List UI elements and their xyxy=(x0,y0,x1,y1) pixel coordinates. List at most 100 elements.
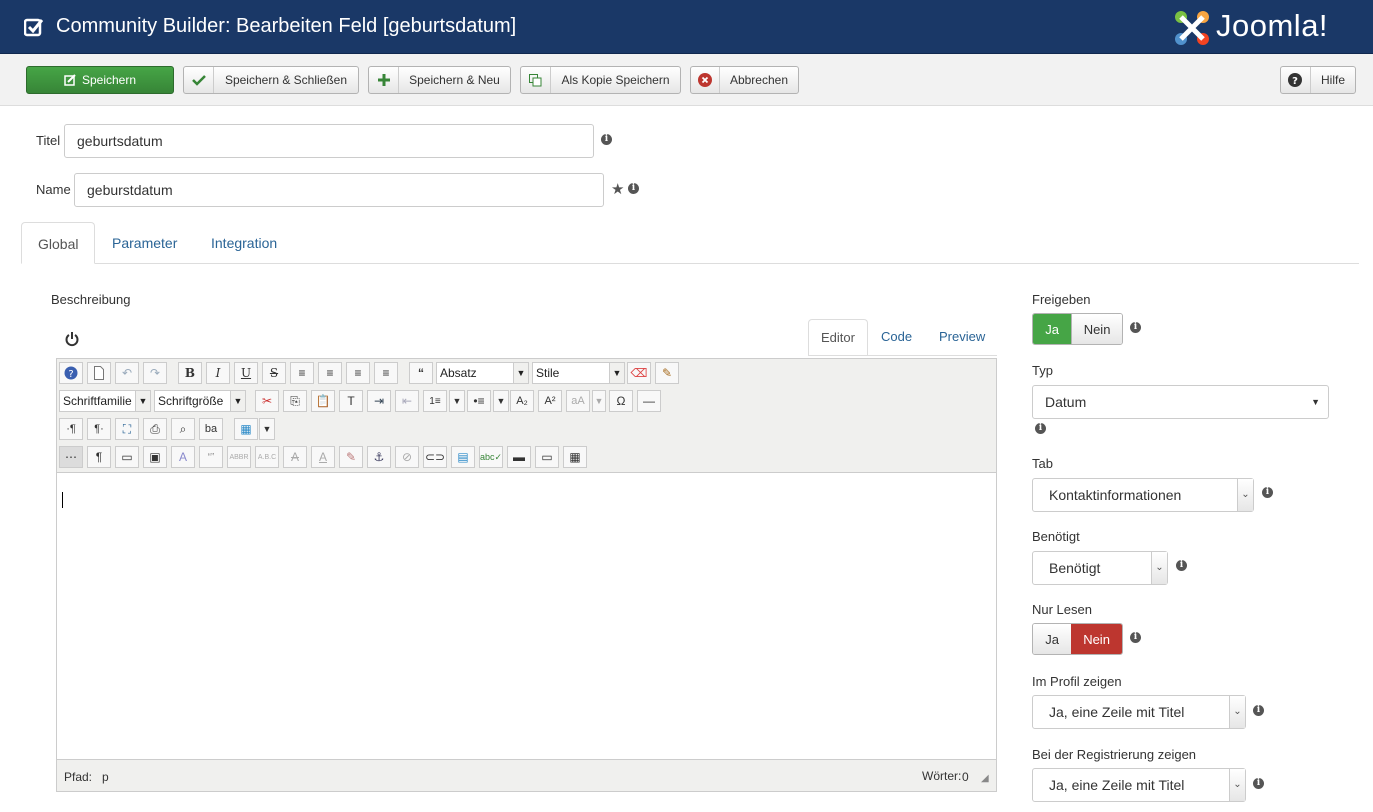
readonly-toggle[interactable]: Ja Nein xyxy=(1032,623,1123,655)
info-icon[interactable]: i xyxy=(1262,487,1273,498)
info-icon[interactable]: i xyxy=(601,134,612,145)
save-button[interactable]: Speichern xyxy=(26,66,174,94)
font-family-select[interactable]: Schriftfamilie ▼ xyxy=(59,390,151,412)
chevron-down-icon[interactable]: ▼ xyxy=(259,418,275,440)
chevron-down-icon[interactable]: ▼ xyxy=(592,390,606,412)
template-list-icon[interactable]: ▦ xyxy=(563,446,587,468)
outdent-icon[interactable]: ⇤ xyxy=(395,390,419,412)
required-select[interactable]: Benötigt ⌄ xyxy=(1032,551,1168,585)
tab-select[interactable]: Kontaktinformationen ⌄ xyxy=(1032,478,1254,512)
tab-parameter[interactable]: Parameter xyxy=(96,222,193,264)
subscript-icon[interactable]: A₂ xyxy=(510,390,534,412)
styles-icon[interactable]: A xyxy=(171,446,195,468)
quote-icon[interactable]: “” xyxy=(199,446,223,468)
print-icon[interactable]: ⎙ xyxy=(143,418,167,440)
type-select[interactable]: Datum ▼ xyxy=(1032,385,1329,419)
info-icon[interactable]: i xyxy=(1253,778,1264,789)
save-close-button[interactable]: Speichern & Schließen xyxy=(183,66,359,94)
fullscreen-icon[interactable]: ⛶ xyxy=(115,418,139,440)
editor-tab-editor[interactable]: Editor xyxy=(808,319,868,355)
info-icon[interactable]: i xyxy=(1253,705,1264,716)
ltr-icon[interactable]: ·¶ xyxy=(59,418,83,440)
title-input[interactable]: geburtsdatum xyxy=(64,124,594,158)
link-icon[interactable]: ⊂⊃ xyxy=(423,446,447,468)
bold-icon[interactable]: B xyxy=(178,362,202,384)
editor-tab-code[interactable]: Code xyxy=(869,319,924,355)
font-size-select[interactable]: Schriftgröße ▼ xyxy=(154,390,246,412)
strikethrough-icon[interactable]: S xyxy=(262,362,286,384)
superscript-icon[interactable]: A² xyxy=(538,390,562,412)
delete-text-icon[interactable]: A xyxy=(283,446,307,468)
bullet-list-icon[interactable]: •≡ xyxy=(467,390,491,412)
copy-icon[interactable]: ⎘ xyxy=(283,390,307,412)
info-icon[interactable]: i xyxy=(1130,322,1141,333)
info-icon[interactable]: i xyxy=(1035,423,1046,434)
published-no[interactable]: Nein xyxy=(1071,314,1122,344)
media-icon[interactable]: ▬ xyxy=(507,446,531,468)
font-color-icon[interactable]: aA xyxy=(566,390,590,412)
tab-global[interactable]: Global xyxy=(21,222,96,264)
align-center-icon[interactable]: ≡ xyxy=(318,362,342,384)
tab-integration[interactable]: Integration xyxy=(195,222,293,264)
redo-icon[interactable]: ↷ xyxy=(143,362,167,384)
power-toggle-icon[interactable] xyxy=(65,331,79,350)
info-icon[interactable]: i xyxy=(1176,560,1187,571)
paste-icon[interactable]: 📋 xyxy=(311,390,335,412)
path-value[interactable]: p xyxy=(102,770,109,784)
info-icon[interactable]: i xyxy=(1130,632,1141,643)
help-icon[interactable]: ? xyxy=(59,362,83,384)
style-select[interactable]: Stile ▼ xyxy=(532,362,625,384)
cancel-button[interactable]: Abbrechen xyxy=(690,66,799,94)
italic-icon[interactable]: I xyxy=(206,362,230,384)
acronym-icon[interactable]: A.B.C xyxy=(255,446,279,468)
align-right-icon[interactable]: ≡ xyxy=(374,362,398,384)
undo-icon[interactable]: ↶ xyxy=(115,362,139,384)
replace-icon[interactable]: ba xyxy=(199,418,223,440)
format-select[interactable]: Absatz ▼ xyxy=(436,362,529,384)
new-document-icon[interactable] xyxy=(87,362,111,384)
visual-aid-icon[interactable]: ⋯ xyxy=(59,446,83,468)
editor-content-area[interactable] xyxy=(57,472,996,760)
omega-icon[interactable]: Ω xyxy=(609,390,633,412)
anchor-icon[interactable]: ⚓ xyxy=(367,446,391,468)
underline-icon[interactable]: U xyxy=(234,362,258,384)
attributes-icon[interactable]: ✎ xyxy=(339,446,363,468)
align-left-icon[interactable]: ≡ xyxy=(346,362,370,384)
cut-icon[interactable]: ✂ xyxy=(255,390,279,412)
unlink-icon[interactable]: ⊘ xyxy=(395,446,419,468)
profile-select[interactable]: Ja, eine Zeile mit Titel ⌄ xyxy=(1032,695,1246,729)
blockquote-icon[interactable]: “ xyxy=(409,362,433,384)
image-icon[interactable]: ▤ xyxy=(451,446,475,468)
save-new-button[interactable]: Speichern & Neu xyxy=(368,66,511,94)
readmore-icon[interactable]: ▭ xyxy=(535,446,559,468)
eraser-icon[interactable]: ⌫ xyxy=(627,362,651,384)
spellcheck-icon[interactable]: abc✓ xyxy=(479,446,503,468)
broom-icon[interactable]: ✎ xyxy=(655,362,679,384)
paste-text-icon[interactable]: T xyxy=(339,390,363,412)
justify-full-icon[interactable]: ≡ xyxy=(290,362,314,384)
published-toggle[interactable]: Ja Nein xyxy=(1032,313,1123,345)
registration-select[interactable]: Ja, eine Zeile mit Titel ⌄ xyxy=(1032,768,1246,802)
readonly-no[interactable]: Nein xyxy=(1071,624,1122,654)
help-button[interactable]: ? Hilfe xyxy=(1280,66,1356,94)
find-icon[interactable]: ⌕ xyxy=(171,418,195,440)
template-icon[interactable]: ▣ xyxy=(143,446,167,468)
name-input[interactable]: geburstdatum xyxy=(74,173,604,207)
editor-tab-preview[interactable]: Preview xyxy=(927,319,997,355)
save-copy-button[interactable]: Als Kopie Speichern xyxy=(520,66,681,94)
numbered-list-icon[interactable]: 1≡ xyxy=(423,390,447,412)
resize-handle-icon[interactable]: ◢ xyxy=(981,773,989,784)
abbr-icon[interactable]: ABBR xyxy=(227,446,251,468)
horizontal-rule-icon[interactable]: — xyxy=(637,390,661,412)
published-yes[interactable]: Ja xyxy=(1033,314,1072,344)
info-icon[interactable]: i xyxy=(628,183,639,194)
pagebreak-icon[interactable]: ▭ xyxy=(115,446,139,468)
show-blocks-icon[interactable]: ¶ xyxy=(87,446,111,468)
chevron-down-icon[interactable]: ▼ xyxy=(493,390,509,412)
chevron-down-icon[interactable]: ▼ xyxy=(449,390,465,412)
readonly-yes[interactable]: Ja xyxy=(1033,624,1072,654)
indent-icon[interactable]: ⇥ xyxy=(367,390,391,412)
table-icon[interactable]: ▦ xyxy=(234,418,258,440)
insert-text-icon[interactable]: A xyxy=(311,446,335,468)
rtl-icon[interactable]: ¶· xyxy=(87,418,111,440)
